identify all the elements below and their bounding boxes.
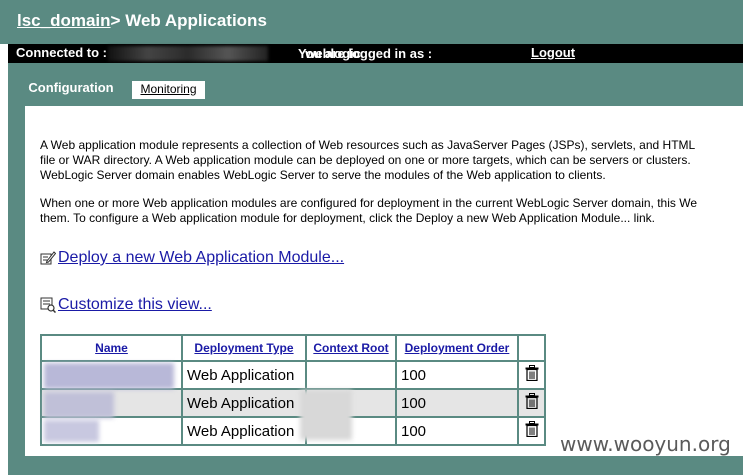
delete-button[interactable] [517, 416, 546, 446]
customize-view-icon [40, 297, 56, 313]
column-header-deployment-order[interactable]: Deployment Order [395, 334, 519, 362]
page-title-text: Web Applications [125, 11, 267, 30]
cell-deployment-order: 100 [395, 416, 519, 446]
breadcrumb-separator: > [110, 11, 121, 30]
logout-link[interactable]: Logout [531, 45, 575, 60]
connected-label: Connected to : [16, 45, 107, 60]
description-line: A Web application module represents a co… [40, 138, 696, 152]
delete-button[interactable] [517, 388, 546, 418]
deploy-web-app-link[interactable]: Deploy a new Web Application Module... [40, 249, 344, 267]
cell-deployment-order: 100 [395, 360, 519, 390]
status-bar: Connected to : You are logged in as : we… [8, 44, 743, 63]
cell-deployment-type: Web Application [181, 388, 307, 418]
deploy-web-app-label: Deploy a new Web Application Module... [58, 249, 345, 266]
web-applications-table: Name Deployment Type Context Root Deploy… [40, 334, 546, 446]
column-header-deployment-type[interactable]: Deployment Type [181, 334, 307, 362]
cell-deployment-type: Web Application [181, 360, 307, 390]
trash-icon [525, 365, 538, 382]
redacted-server-address [108, 46, 268, 61]
tab-monitoring[interactable]: Monitoring [130, 79, 207, 99]
description-line: WebLogic Server domain enables WebLogic … [40, 168, 606, 182]
column-header-name[interactable]: Name [40, 334, 183, 362]
description-line: file or WAR directory. A Web application… [40, 153, 691, 167]
tab-configuration[interactable]: Configuration [20, 76, 122, 100]
customize-view-label: Customize this view... [58, 296, 212, 313]
logged-in-user: weblogic [305, 46, 361, 61]
redacted-context-overlay [300, 390, 352, 440]
cell-context-root [305, 360, 397, 390]
edit-icon [40, 251, 56, 265]
column-header-delete [517, 334, 546, 362]
table-row: Web Application 100 [40, 416, 546, 446]
redacted-name-overlay [44, 392, 114, 418]
page-title: lsc_domain> Web Applications [17, 11, 267, 31]
trash-icon [525, 393, 538, 410]
delete-button[interactable] [517, 360, 546, 390]
domain-link[interactable]: lsc_domain [17, 11, 111, 30]
description-line: them. To configure a Web application mod… [40, 211, 656, 225]
table-row: Web Application 100 [40, 388, 546, 418]
cell-deployment-type: Web Application [181, 416, 307, 446]
table-header-row: Name Deployment Type Context Root Deploy… [40, 334, 546, 362]
trash-icon [525, 421, 538, 438]
header-bar: lsc_domain> Web Applications [0, 0, 743, 44]
description-line: When one or more Web application modules… [40, 196, 698, 210]
column-header-context-root[interactable]: Context Root [305, 334, 397, 362]
customize-view-link[interactable]: Customize this view... [40, 296, 212, 314]
logged-in-info: You are logged in as : weblogic [298, 45, 432, 61]
redacted-name-overlay [44, 420, 99, 442]
cell-deployment-order: 100 [395, 388, 519, 418]
redacted-name-overlay [44, 363, 174, 389]
watermark: www.wooyun.org [560, 432, 731, 456]
